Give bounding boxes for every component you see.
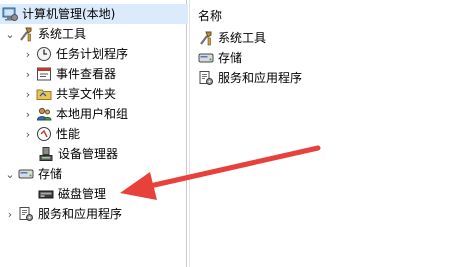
list-item-label: 系统工具 bbox=[218, 31, 267, 45]
services-icon bbox=[18, 206, 34, 222]
tree-label: 任务计划程序 bbox=[56, 47, 129, 61]
tree-item-services-and-applications[interactable]: › 服务和应用程序 bbox=[4, 204, 122, 224]
tree-label: 性能 bbox=[56, 127, 81, 141]
tree-item-device-manager[interactable]: 设备管理器 bbox=[36, 144, 118, 164]
computer-management-window: 计算机管理(本地) ⌄ 系统工具 › 任务计划程序 › 事件查看器 › 共享文件… bbox=[0, 0, 451, 267]
list-item[interactable]: 服务和应用程序 bbox=[198, 68, 302, 88]
tree-label: 共享文件夹 bbox=[56, 87, 117, 101]
tree-item-local-users[interactable]: › 本地用户和组 bbox=[22, 104, 128, 124]
tree-label: 服务和应用程序 bbox=[38, 207, 123, 221]
tree-item-system-tools[interactable]: ⌄ 系统工具 bbox=[4, 24, 86, 44]
event-viewer-icon bbox=[36, 66, 52, 82]
storage-icon bbox=[198, 50, 214, 66]
tree-item-storage[interactable]: ⌄ 存储 bbox=[4, 164, 62, 184]
chevron-right-icon[interactable]: › bbox=[22, 128, 34, 141]
tree-root-label: 计算机管理(本地) bbox=[22, 7, 116, 21]
list-item-label: 服务和应用程序 bbox=[218, 71, 303, 85]
list-item[interactable]: 系统工具 bbox=[198, 28, 266, 48]
tree-item-event-viewer[interactable]: › 事件查看器 bbox=[22, 64, 116, 84]
chevron-down-icon[interactable]: ⌄ bbox=[4, 168, 16, 181]
users-icon bbox=[36, 106, 52, 122]
list-item[interactable]: 存储 bbox=[198, 48, 242, 68]
chevron-right-icon[interactable]: › bbox=[22, 48, 34, 61]
tree-item-disk-management[interactable]: 磁盘管理 bbox=[36, 184, 106, 204]
tools-icon bbox=[18, 26, 34, 42]
clock-icon bbox=[36, 46, 52, 62]
tree-label: 事件查看器 bbox=[56, 67, 117, 81]
navigation-tree: 计算机管理(本地) ⌄ 系统工具 › 任务计划程序 › 事件查看器 › 共享文件… bbox=[0, 0, 188, 267]
details-list: 名称 系统工具 存储 服务和应用程序 bbox=[189, 0, 451, 267]
list-item-label: 存储 bbox=[218, 51, 243, 65]
chevron-down-icon[interactable]: ⌄ bbox=[4, 28, 16, 41]
tree-label: 存储 bbox=[38, 167, 63, 181]
chevron-right-icon[interactable]: › bbox=[22, 88, 34, 101]
chevron-right-icon[interactable]: › bbox=[4, 208, 16, 221]
chevron-right-icon[interactable]: › bbox=[22, 108, 34, 121]
tree-label: 磁盘管理 bbox=[58, 187, 107, 201]
chevron-right-icon[interactable]: › bbox=[22, 68, 34, 81]
tree-label: 设备管理器 bbox=[58, 147, 119, 161]
tree-item-shared-folders[interactable]: › 共享文件夹 bbox=[22, 84, 116, 104]
tree-label: 系统工具 bbox=[38, 27, 87, 41]
disk-management-icon bbox=[38, 186, 54, 202]
device-manager-icon bbox=[38, 146, 54, 162]
storage-icon bbox=[18, 166, 34, 182]
tree-item-task-scheduler[interactable]: › 任务计划程序 bbox=[22, 44, 128, 64]
tools-icon bbox=[198, 30, 214, 46]
tree-label: 本地用户和组 bbox=[56, 107, 129, 121]
tree-item-performance[interactable]: › 性能 bbox=[22, 124, 80, 144]
column-header-name[interactable]: 名称 bbox=[198, 7, 222, 24]
shared-folder-icon bbox=[36, 86, 52, 102]
tree-root-computer-management[interactable]: 计算机管理(本地) bbox=[0, 4, 188, 24]
services-icon bbox=[198, 70, 214, 86]
computer-management-icon bbox=[2, 6, 18, 22]
performance-icon bbox=[36, 126, 52, 142]
